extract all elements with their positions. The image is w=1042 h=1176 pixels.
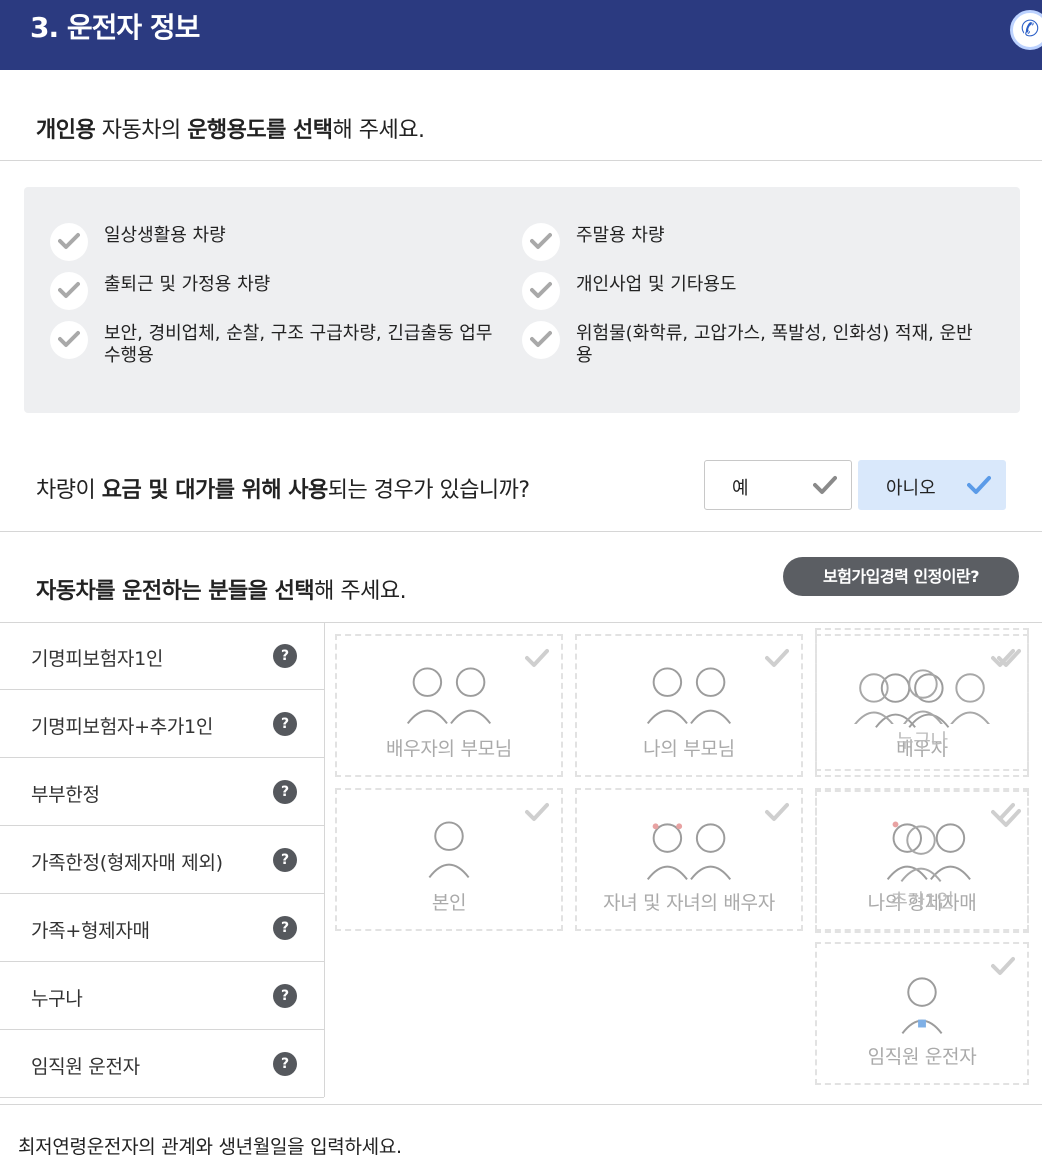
driver-scope-option[interactable]: 가족한정(형제자매 제외) ? — [0, 826, 324, 894]
driver-scope-label: 누구나 — [31, 988, 83, 1010]
driver-scope-option[interactable]: 기명피보험자+추가1인 ? — [0, 690, 324, 758]
check-icon — [813, 476, 837, 494]
usage-option-label: 보안, 경비업체, 순찰, 구조 구급차량, 긴급출동 업무수행용 — [104, 323, 493, 366]
divider — [0, 531, 1042, 532]
help-icon[interactable]: ? — [273, 984, 297, 1008]
usage-option-label: 주말용 차량 — [576, 225, 665, 246]
usage-option-label: 위험물(화학류, 고압가스, 폭발성, 인화성) 적재, 운반용 — [576, 323, 973, 366]
help-icon[interactable]: ? — [273, 780, 297, 804]
divider — [0, 160, 1042, 161]
phone-icon[interactable]: ✆ — [1010, 10, 1042, 50]
driver-card-label: 배우자의 부모님 — [385, 738, 512, 760]
driver-scope-option[interactable]: 임직원 운전자 ? — [0, 1030, 324, 1098]
help-icon[interactable]: ? — [273, 1052, 297, 1076]
driver-scope-label: 기명피보험자+추가1인 — [31, 716, 214, 738]
check-icon — [997, 809, 1021, 827]
driver-card[interactable]: 누구나 — [815, 628, 1029, 771]
driver-scope-option[interactable]: 누구나 ? — [0, 962, 324, 1030]
check-icon — [967, 476, 991, 494]
no-label: 아니오 — [886, 478, 936, 499]
help-icon[interactable]: ? — [273, 712, 297, 736]
usage-title-text-2: 해 주세요. — [332, 118, 425, 143]
driver-card-label: 누구나 — [896, 730, 948, 752]
page-header: 3. 운전자 정보 ✆ — [0, 0, 1042, 70]
check-icon — [50, 272, 88, 310]
usage-section-title: 개인용 자동차의 운행용도를 선택해 주세요. — [36, 112, 425, 144]
check-icon — [522, 272, 560, 310]
check-icon — [997, 649, 1021, 667]
question-text-strong: 요금 및 대가를 위해 사용 — [101, 478, 329, 503]
driver-scope-label: 임직원 운전자 — [31, 1056, 140, 1078]
usage-title-text-1: 자동차의 — [95, 118, 188, 143]
drivers-title-strong: 자동차를 운전하는 분들을 선택 — [36, 579, 315, 604]
driver-scope-option[interactable]: 기명피보험자1인 ? — [0, 622, 324, 690]
driver-card[interactable]: 본인 — [335, 788, 563, 931]
driver-card-label: 임직원 운전자 — [867, 1046, 977, 1068]
usage-title-strong-1: 개인용 — [36, 118, 96, 143]
driver-scope-label: 가족한정(형제자매 제외) — [31, 852, 223, 874]
usage-option-label: 개인사업 및 기타용도 — [576, 274, 737, 295]
driver-scope-list: 기명피보험자1인 ? 기명피보험자+추가1인 ? 부부한정 ? 가족한정(형제자… — [0, 622, 325, 1098]
driver-card-label: 자녀 및 자녀의 배우자 — [603, 892, 775, 914]
check-icon — [765, 649, 789, 667]
check-icon — [525, 803, 549, 821]
usage-option-label: 일상생활용 차량 — [104, 225, 226, 246]
driver-card[interactable]: 배우자의 부모님 — [335, 634, 563, 777]
drivers-title-text: 해 주세요. — [314, 579, 407, 604]
no-button[interactable]: 아니오 — [858, 460, 1006, 510]
driver-scope-option[interactable]: 부부한정 ? — [0, 758, 324, 826]
yes-label: 예 — [732, 478, 749, 499]
youngest-driver-prompt: 최저연령운전자의 관계와 생년월일을 입력하세요. — [18, 1136, 402, 1158]
usage-options-box: 일상생활용 차량 주말용 차량 출퇴근 및 가정용 차량 개인사업 및 기타용도… — [24, 187, 1020, 413]
check-icon — [522, 223, 560, 261]
driver-card[interactable]: 자녀 및 자녀의 배우자 — [575, 788, 803, 931]
question-text-1: 차량이 — [36, 478, 102, 503]
driver-card-label: 본인 — [431, 892, 467, 914]
usage-title-strong-2: 운행용도를 선택 — [187, 118, 333, 143]
fee-usage-question: 차량이 요금 및 대가를 위해 사용되는 경우가 있습니까? — [36, 472, 530, 504]
insurance-history-button[interactable]: 보험가입경력 인정이란? — [783, 557, 1019, 596]
help-icon[interactable]: ? — [273, 848, 297, 872]
driver-scope-label: 부부한정 — [31, 784, 100, 806]
check-icon — [991, 957, 1015, 975]
driver-card[interactable]: 임직원 운전자 — [815, 942, 1029, 1085]
driver-card[interactable]: 추가1인 — [815, 790, 1029, 933]
usage-option-label: 출퇴근 및 가정용 차량 — [104, 274, 271, 295]
yes-button[interactable]: 예 — [704, 460, 852, 510]
driver-scope-label: 가족+형제자매 — [31, 920, 150, 942]
check-icon — [50, 223, 88, 261]
check-icon — [525, 649, 549, 667]
driver-scope-option[interactable]: 가족+형제자매 ? — [0, 894, 324, 962]
additional-person-icon — [900, 825, 942, 882]
page-title: 3. 운전자 정보 — [30, 11, 200, 44]
drivers-section-title: 자동차를 운전하는 분들을 선택해 주세요. — [36, 573, 407, 605]
check-icon — [765, 803, 789, 821]
help-icon[interactable]: ? — [273, 644, 297, 668]
driver-scope-label: 기명피보험자1인 — [31, 648, 164, 670]
everyone-icon — [854, 669, 990, 724]
check-icon — [522, 321, 560, 359]
question-text-2: 되는 경우가 있습니까? — [327, 478, 530, 503]
driver-card-label: 추가1인 — [890, 890, 954, 912]
driver-card-label: 나의 부모님 — [643, 738, 735, 760]
help-icon[interactable]: ? — [273, 916, 297, 940]
divider — [0, 1104, 1042, 1105]
driver-card[interactable]: 나의 부모님 — [575, 634, 803, 777]
check-icon — [50, 321, 88, 359]
